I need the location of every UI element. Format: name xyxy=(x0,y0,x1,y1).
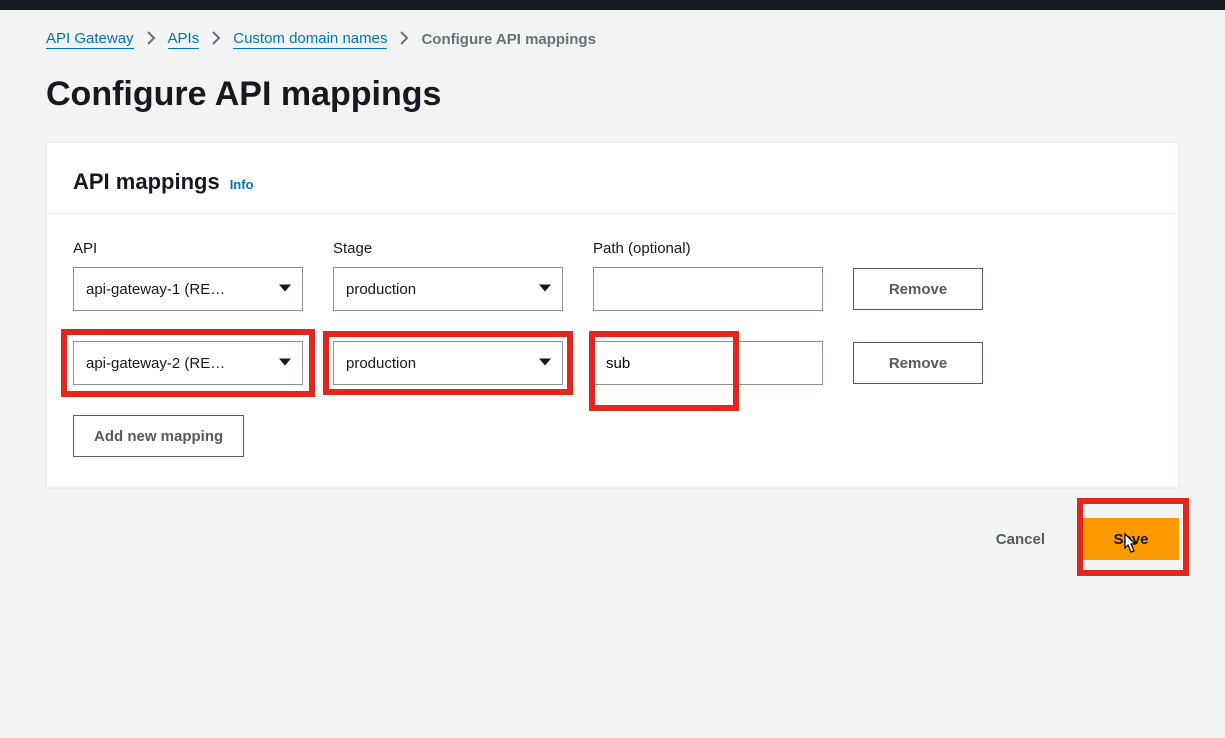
api-mappings-panel: API mappings Info API Stage Path (option… xyxy=(46,142,1179,488)
column-header-path: Path (optional) xyxy=(593,240,823,257)
stage-select[interactable]: production xyxy=(333,341,563,385)
breadcrumb-apis[interactable]: APIs xyxy=(168,30,200,49)
path-input[interactable] xyxy=(606,342,810,384)
caret-down-icon xyxy=(538,355,552,372)
caret-down-icon xyxy=(538,281,552,298)
path-input-wrapper xyxy=(593,341,823,385)
cancel-button[interactable]: Cancel xyxy=(976,518,1065,560)
api-select[interactable]: api-gateway-2 (RE… xyxy=(73,341,303,385)
chevron-right-icon xyxy=(211,31,221,48)
remove-button[interactable]: Remove xyxy=(853,342,983,384)
breadcrumb-current: Configure API mappings xyxy=(421,31,595,48)
breadcrumb-api-gateway[interactable]: API Gateway xyxy=(46,30,134,49)
page-title: Configure API mappings xyxy=(46,75,1179,114)
breadcrumb: API Gateway APIs Custom domain names Con… xyxy=(46,30,1179,49)
caret-down-icon xyxy=(278,355,292,372)
stage-select-value: production xyxy=(346,355,416,372)
remove-button[interactable]: Remove xyxy=(853,268,983,310)
chevron-right-icon xyxy=(399,31,409,48)
column-header-api: API xyxy=(73,240,303,257)
path-input-wrapper xyxy=(593,267,823,311)
mapping-row: api-gateway-2 (RE… production xyxy=(73,341,1152,385)
column-header-stage: Stage xyxy=(333,240,563,257)
save-button[interactable]: Save xyxy=(1083,518,1179,560)
panel-title: API mappings xyxy=(73,169,220,195)
chevron-right-icon xyxy=(146,31,156,48)
api-select-value: api-gateway-1 (RE… xyxy=(86,281,225,298)
top-nav-bar xyxy=(0,0,1225,10)
add-new-mapping-button[interactable]: Add new mapping xyxy=(73,415,244,457)
info-link[interactable]: Info xyxy=(230,177,254,192)
footer-actions: Cancel Save xyxy=(46,518,1179,560)
breadcrumb-custom-domains[interactable]: Custom domain names xyxy=(233,30,387,49)
stage-select-value: production xyxy=(346,281,416,298)
path-input[interactable] xyxy=(606,268,810,310)
api-select[interactable]: api-gateway-1 (RE… xyxy=(73,267,303,311)
stage-select[interactable]: production xyxy=(333,267,563,311)
caret-down-icon xyxy=(278,281,292,298)
mapping-row: api-gateway-1 (RE… production Remove xyxy=(73,267,1152,311)
api-select-value: api-gateway-2 (RE… xyxy=(86,355,225,372)
